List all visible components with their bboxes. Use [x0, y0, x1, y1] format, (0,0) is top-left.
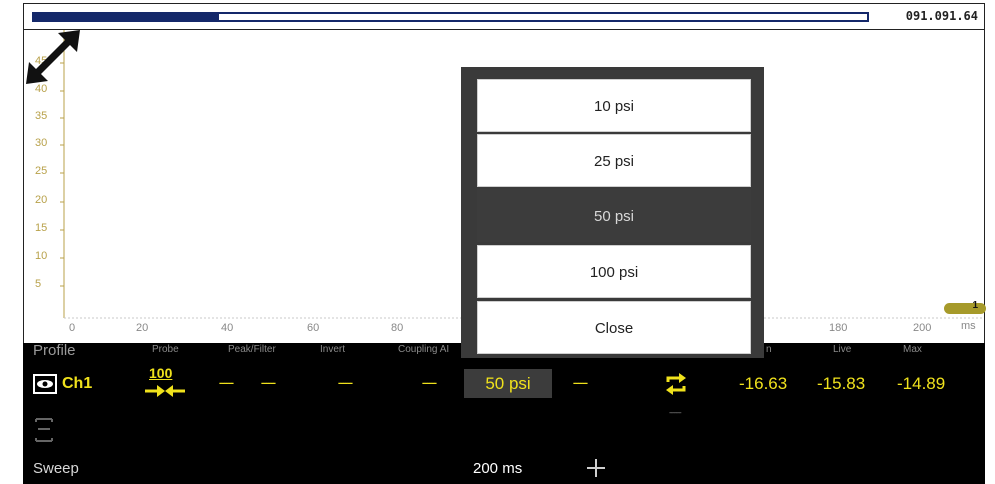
header-probe: Probe: [152, 344, 179, 355]
header-coupling: Coupling AI: [398, 344, 450, 355]
header-invert: Invert: [320, 344, 346, 355]
row2-placeholder: -------: [669, 408, 682, 417]
close-button[interactable]: Close: [477, 301, 751, 354]
x-tick-label: 20: [136, 322, 149, 334]
option-10-psi[interactable]: 10 psi: [477, 79, 751, 132]
x-tick-label: 0: [69, 322, 76, 334]
measurement-max: -14.89: [897, 374, 946, 393]
invert-value[interactable]: ------: [338, 378, 353, 389]
eye-icon[interactable]: [33, 374, 57, 394]
timeline-scrollbar[interactable]: [32, 12, 869, 22]
header-peak-filter: Peak/Filter: [228, 344, 276, 355]
channel-row-2: -------: [23, 406, 985, 454]
trace-marker-label: 1: [972, 300, 978, 311]
header-live: Live: [833, 344, 852, 355]
y-axis-ticks: [60, 62, 64, 287]
x-tick-label: 80: [391, 322, 404, 334]
x-tick-label: 40: [221, 322, 234, 334]
header-max: Max: [903, 344, 922, 355]
sweep-row: Sweep 200 ms: [23, 454, 985, 484]
y-tick-label: 5: [35, 278, 42, 290]
measurement-live: -15.83: [817, 374, 866, 393]
refresh-icon[interactable]: [663, 371, 689, 397]
sweep-value[interactable]: 200 ms: [473, 460, 522, 477]
plus-icon[interactable]: [585, 457, 607, 479]
channel-bracket-icon[interactable]: [33, 415, 55, 445]
peak-filter-value[interactable]: ------: [219, 378, 234, 389]
scale-dropdown: 10 psi 25 psi 50 psi 100 psi Close: [461, 67, 764, 358]
x-axis-unit: ms: [961, 320, 976, 332]
y-tick-label: 35: [35, 110, 48, 122]
expand-icon[interactable]: [24, 30, 80, 84]
option-100-psi[interactable]: 100 psi: [477, 245, 751, 298]
trace-marker-badge[interactable]: 1: [944, 300, 986, 314]
y-tick-label: 10: [35, 250, 48, 262]
coupling-value[interactable]: ------: [422, 378, 437, 389]
channel-label[interactable]: Ch1: [62, 375, 92, 393]
y-tick-label: 25: [35, 165, 48, 177]
x-tick-label: 200: [913, 322, 932, 334]
y-tick-label: 40: [35, 83, 48, 95]
top-bar: 091.091.64: [23, 3, 985, 30]
y-tick-label: 30: [35, 137, 48, 149]
y-tick-label: 20: [35, 194, 48, 206]
measurement-min: -16.63: [739, 374, 788, 393]
scope-screen: 091.091.64 45 40 35 30 25 20 15 10 5 0 2…: [0, 0, 995, 484]
timeline-position-readout: 091.091.64: [905, 9, 978, 23]
y-tick-label: 15: [35, 222, 48, 234]
x-tick-label: 60: [307, 322, 320, 334]
timeline-scrollbar-thumb[interactable]: [34, 14, 219, 20]
x-tick-label: 180: [829, 322, 848, 334]
sweep-label: Sweep: [33, 460, 79, 477]
probe-value[interactable]: 100: [149, 365, 172, 381]
scale-button[interactable]: 50 psi: [464, 369, 552, 398]
channel-row: Ch1 100 ------ ------ ------ ------ 50 p…: [23, 361, 985, 406]
offset-value[interactable]: ------: [573, 378, 588, 389]
peak-filter-value-2[interactable]: ------: [261, 378, 276, 389]
header-profile: Profile: [33, 342, 76, 359]
option-50-psi[interactable]: 50 psi: [477, 189, 751, 242]
header-min: n: [766, 344, 772, 355]
option-25-psi[interactable]: 25 psi: [477, 134, 751, 187]
